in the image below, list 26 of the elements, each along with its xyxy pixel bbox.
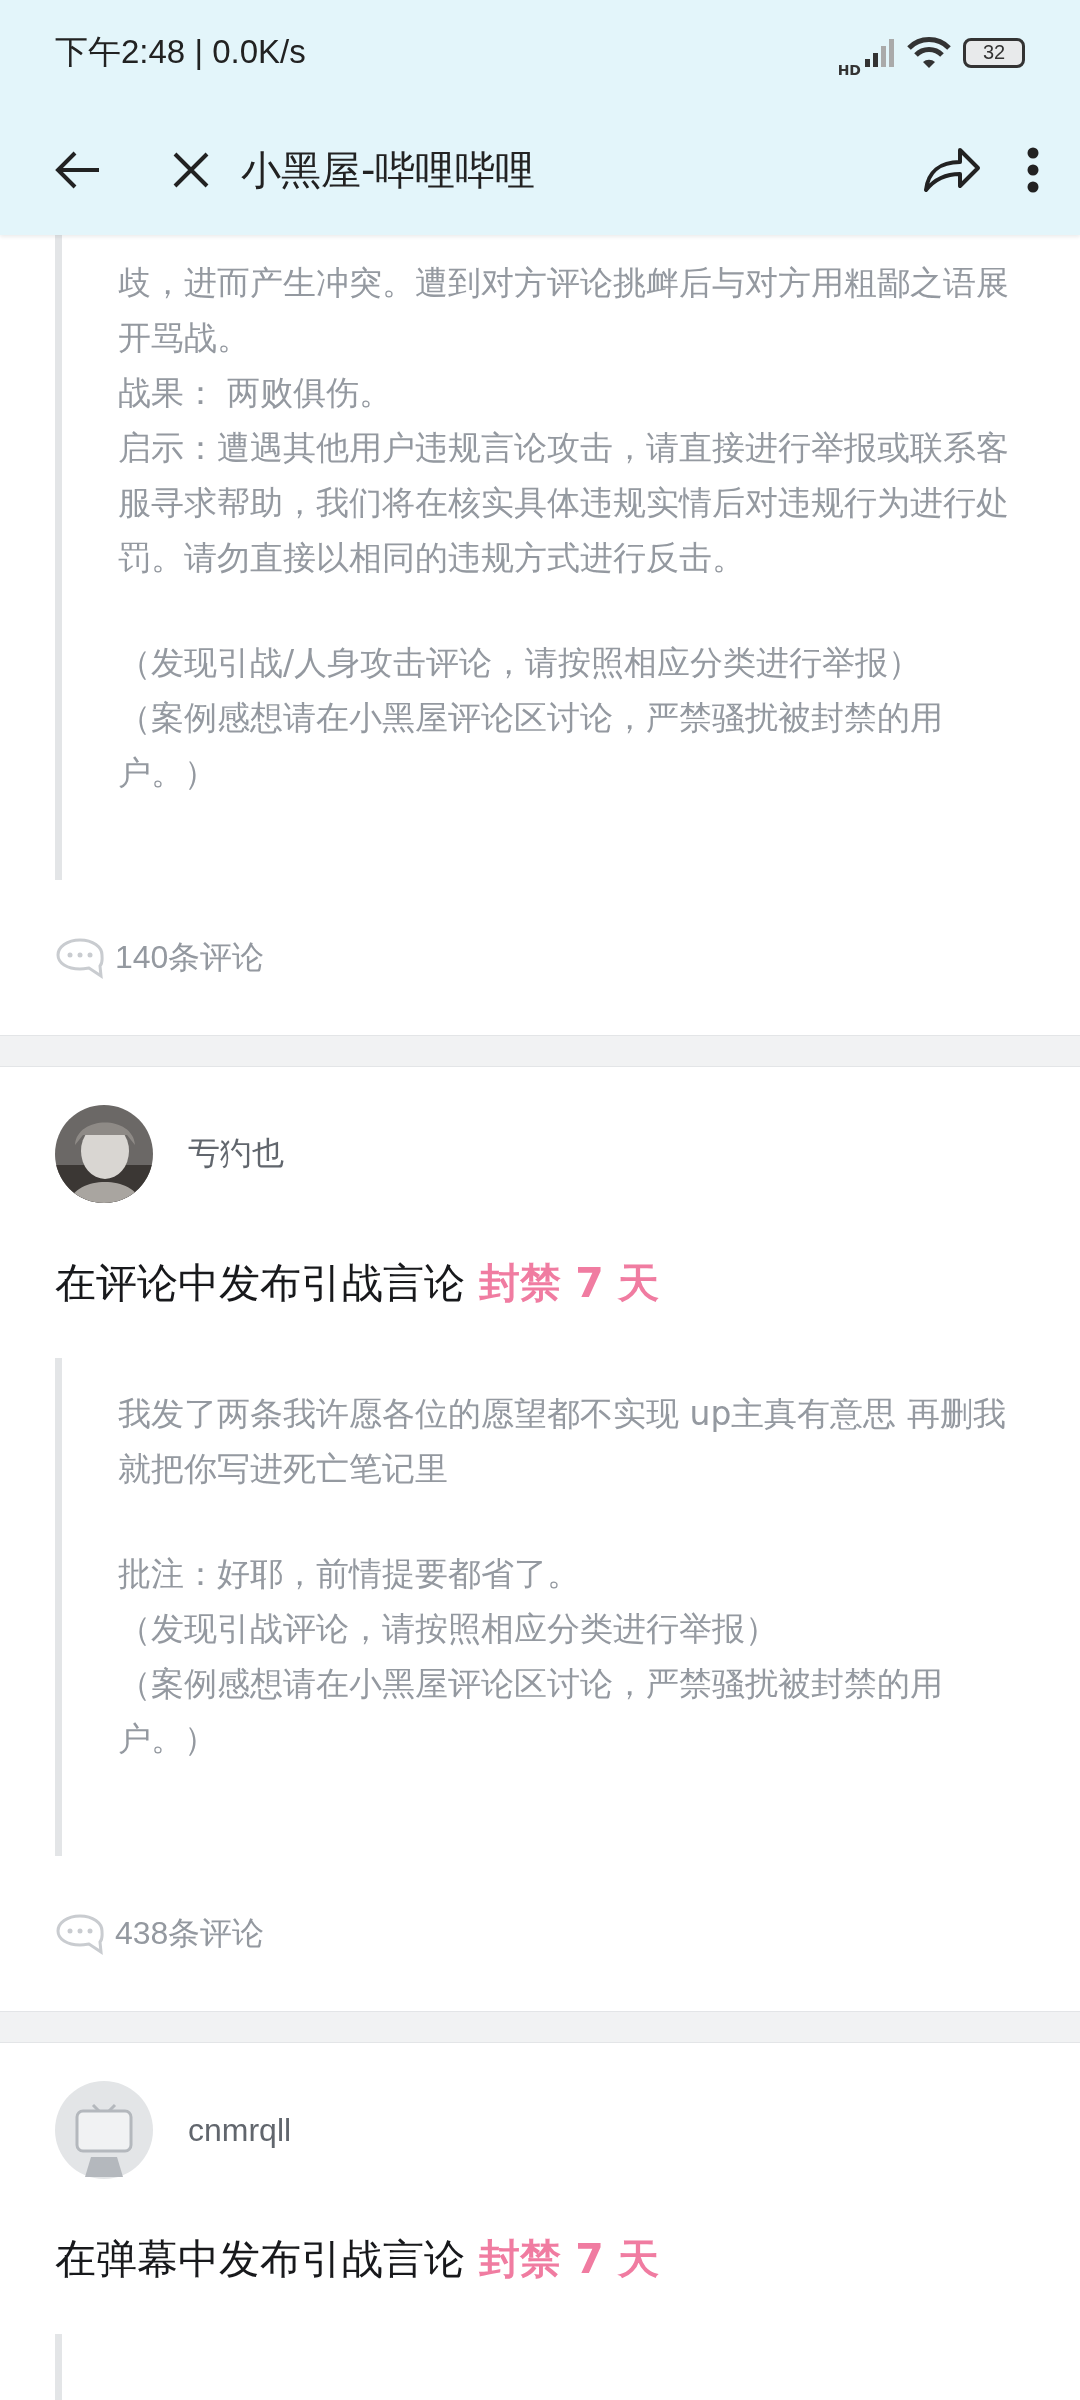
- signal-icon: [865, 38, 895, 67]
- more-icon[interactable]: [1026, 146, 1040, 194]
- penalty-label: 封禁 7 天: [479, 2234, 660, 2285]
- close-icon[interactable]: [171, 150, 211, 190]
- wifi-icon: [907, 35, 951, 70]
- username[interactable]: cnmrqll: [188, 2111, 292, 2149]
- battery-icon: 32: [963, 37, 1025, 68]
- username[interactable]: 亐犳也: [188, 1132, 284, 1176]
- quote-paragraph: 战果： 两败俱伤。: [118, 372, 394, 414]
- share-icon[interactable]: [922, 146, 982, 194]
- violation-title: 在弹幕中发布引战言论: [55, 2234, 465, 2285]
- quote-paragraph: （案例感想请在小黑屋评论区讨论，严禁骚扰被封禁的用户。）: [118, 697, 944, 794]
- status-time: 下午2:48 | 0.0K/s: [55, 32, 306, 72]
- page-title: 小黑屋-哔哩哔哩: [241, 145, 537, 195]
- quote-paragraph: （发现引战评论，请按照相应分类进行举报）: [118, 1608, 779, 1650]
- default-avatar-icon: [55, 2081, 153, 2179]
- quote-paragraph: 启示：遭遇其他用户违规言论攻击，请直接进行举报或联系客服寻求帮助，我们将在核实具体违规实情后对违规行为进行处罚。请勿直接以相同的违规方式进行反击。: [118, 427, 1010, 579]
- quote-paragraph: 我发了两条我许愿各位的愿望都不实现 up主真有意思 再删我就把你写进死亡笔记里: [118, 1393, 1007, 1490]
- quote-paragraph: （案例感想请在小黑屋评论区讨论，严禁骚扰被封禁的用户。）: [118, 1663, 944, 1760]
- violation-title: 在评论中发布引战言论: [55, 1258, 465, 1309]
- quote-paragraph: （发现引战/人身攻击评论，请按照相应分类进行举报）: [118, 642, 923, 684]
- quote-paragraph: 歧，进而产生冲突。遭到对方评论挑衅后与对方用粗鄙之语展开骂战。: [118, 262, 1010, 359]
- quote-paragraph: 批注：好耶，前情提要都省了。: [118, 1553, 581, 1595]
- network-type: HD: [837, 61, 861, 78]
- penalty-label: 封禁 7 天: [479, 1258, 660, 1309]
- back-icon[interactable]: [55, 150, 101, 190]
